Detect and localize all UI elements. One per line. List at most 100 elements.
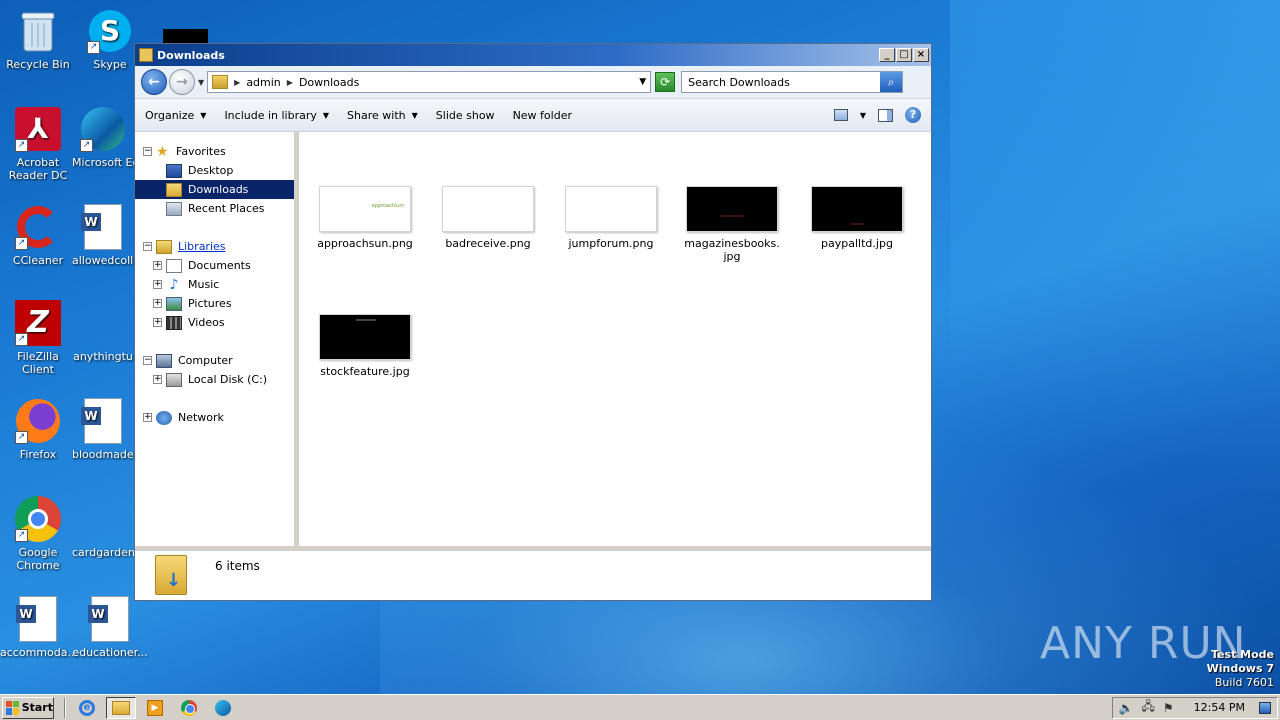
desktop-icon-ccleaner[interactable]: ↗ CCleaner [0, 204, 76, 267]
wallpaper-glow-right [950, 0, 1280, 720]
file-item-stockfeature[interactable]: stockfeature.jpg [315, 314, 415, 378]
desktop-icon-chrome[interactable]: ↗ Google Chrome [0, 496, 76, 572]
tree-item-libraries[interactable]: − Libraries [135, 237, 294, 256]
file-item-approachsun[interactable]: approachsun approachsun.png [315, 186, 415, 250]
computer-icon [156, 353, 172, 368]
back-button[interactable]: ← [141, 69, 167, 95]
taskbar-chrome[interactable] [174, 697, 204, 719]
show-desktop-icon[interactable] [1259, 701, 1271, 714]
desktop-icon-cardgarden[interactable]: cardgarden [72, 496, 134, 559]
expand-icon[interactable]: + [153, 375, 162, 384]
organize-button[interactable]: Organize ▼ [145, 109, 206, 122]
shortcut-arrow-icon: ↗ [15, 139, 28, 152]
file-list[interactable]: approachsun approachsun.png badreceive.p… [299, 132, 931, 546]
collapse-icon[interactable]: − [143, 356, 152, 365]
tree-item-label: Music [188, 278, 220, 291]
taskbar-internet-explorer[interactable]: e [72, 697, 102, 719]
share-with-button[interactable]: Share with ▼ [347, 109, 418, 122]
taskbar-explorer[interactable] [106, 696, 136, 719]
recent-places-icon [166, 201, 182, 216]
file-item-magazinesbooks[interactable]: magazinesbooks.jpg [684, 186, 780, 263]
tree-item-pictures[interactable]: + Pictures [135, 294, 294, 313]
breadcrumb-separator[interactable]: ▶ [234, 78, 240, 87]
local-disk-icon [166, 372, 182, 387]
recent-pages-dropdown[interactable]: ▼ [198, 78, 204, 87]
maximize-button[interactable]: □ [896, 48, 912, 62]
breadcrumb-item-admin[interactable]: admin [246, 76, 280, 89]
breadcrumb-item-downloads[interactable]: Downloads [299, 76, 359, 89]
pane-splitter[interactable] [294, 132, 298, 546]
desktop-icon-label: CCleaner [12, 254, 64, 267]
tree-item-music[interactable]: + ♪ Music [135, 275, 294, 294]
help-icon[interactable]: ? [905, 107, 921, 123]
item-count: 6 items [215, 559, 260, 573]
desktop-icon-anythingtu[interactable]: anythingtu [72, 300, 134, 363]
refresh-button[interactable]: ⟳ [655, 72, 676, 92]
blank-file-icon [80, 496, 126, 542]
desktop-icon-edge[interactable]: ↗ Microsoft Ed [72, 106, 134, 169]
desktop-icon-label: bloodmade. [72, 448, 134, 461]
shortcut-arrow-icon: ↗ [15, 333, 28, 346]
desktop-icon-firefox[interactable]: ↗ Firefox [0, 398, 76, 461]
expand-icon[interactable]: + [143, 413, 152, 422]
tree-item-computer[interactable]: − Computer [135, 351, 294, 370]
expand-icon[interactable]: + [153, 261, 162, 270]
collapse-icon[interactable]: − [143, 242, 152, 251]
breadcrumb-separator[interactable]: ▶ [287, 78, 293, 87]
address-dropdown-button[interactable]: ▼ [639, 77, 646, 87]
view-options-chevron-icon[interactable]: ▼ [860, 111, 866, 120]
tree-item-downloads[interactable]: Downloads [135, 180, 294, 199]
minimize-button[interactable]: _ [879, 48, 895, 62]
explorer-window[interactable]: Downloads _ □ × ← → ▼ ▶ admin ▶ Download… [134, 43, 932, 601]
expand-icon[interactable]: + [153, 318, 162, 327]
slide-show-button[interactable]: Slide show [436, 109, 495, 122]
desktop-icon-educationer[interactable]: W educationer... [72, 596, 148, 659]
desktop-icon-filezilla[interactable]: Z ↗ FileZilla Client [0, 300, 76, 376]
file-item-paypalltd[interactable]: paypalltd.jpg [807, 186, 907, 250]
volume-icon[interactable]: 🔈 [1119, 701, 1134, 715]
taskbar-edge[interactable] [208, 697, 238, 719]
collapse-icon[interactable]: − [143, 147, 152, 156]
network-tray-icon[interactable]: 🖧 [1142, 697, 1155, 718]
preview-pane-icon[interactable] [878, 108, 893, 122]
start-button[interactable]: Start [2, 696, 54, 719]
clock[interactable]: 12:54 PM [1194, 701, 1245, 714]
action-center-flag-icon[interactable]: ⚑ [1163, 701, 1174, 715]
title-bar[interactable]: Downloads _ □ × [135, 44, 931, 66]
navigation-pane[interactable]: − ★ Favorites Desktop Downloads Recent P… [135, 132, 298, 546]
chrome-icon [181, 699, 197, 716]
desktop-icon-accommoda[interactable]: W accommoda... [0, 596, 78, 659]
desktop-icon-recycle-bin[interactable]: Recycle Bin [0, 8, 76, 71]
taskbar-media-player[interactable]: ▶ [140, 697, 170, 719]
change-view-icon[interactable] [833, 109, 848, 121]
file-item-jumpforum[interactable]: jumpforum.png [561, 186, 661, 250]
desktop-icon-bloodmade[interactable]: W bloodmade. [72, 398, 134, 461]
expand-icon[interactable]: + [153, 280, 162, 289]
network-icon [156, 410, 172, 425]
breadcrumb[interactable]: ▶ admin ▶ Downloads ▼ [207, 71, 652, 93]
new-folder-button[interactable]: New folder [513, 109, 572, 122]
word-doc-icon: W [80, 204, 126, 250]
tree-item-desktop[interactable]: Desktop [135, 161, 294, 180]
desktop-icon-label: Google Chrome [16, 546, 60, 572]
libraries-icon [156, 239, 172, 254]
tree-item-local-disk[interactable]: + Local Disk (C:) [135, 370, 294, 389]
tree-item-videos[interactable]: + Videos [135, 313, 294, 332]
search-icon[interactable]: ⌕ [880, 72, 903, 92]
desktop-icon-allowedcolle[interactable]: W allowedcolle [72, 204, 134, 267]
include-in-library-button[interactable]: Include in library ▼ [224, 109, 329, 122]
edge-icon: ↗ [80, 106, 126, 152]
test-mode-label: Test Mode [1211, 648, 1274, 661]
file-item-badreceive[interactable]: badreceive.png [438, 186, 538, 250]
forward-button[interactable]: → [169, 69, 195, 95]
tree-item-recent-places[interactable]: Recent Places [135, 199, 294, 218]
desktop-icon-acrobat[interactable]: ⅄ ↗ Acrobat Reader DC [0, 106, 76, 182]
tree-item-network[interactable]: + Network [135, 408, 294, 427]
share-with-label: Share with [347, 108, 406, 122]
close-button[interactable]: × [913, 48, 929, 62]
include-in-library-label: Include in library [224, 108, 317, 122]
tree-item-documents[interactable]: + Documents [135, 256, 294, 275]
tree-item-favorites[interactable]: − ★ Favorites [135, 142, 294, 161]
search-input[interactable]: Search Downloads ⌕ [681, 71, 904, 93]
expand-icon[interactable]: + [153, 299, 162, 308]
